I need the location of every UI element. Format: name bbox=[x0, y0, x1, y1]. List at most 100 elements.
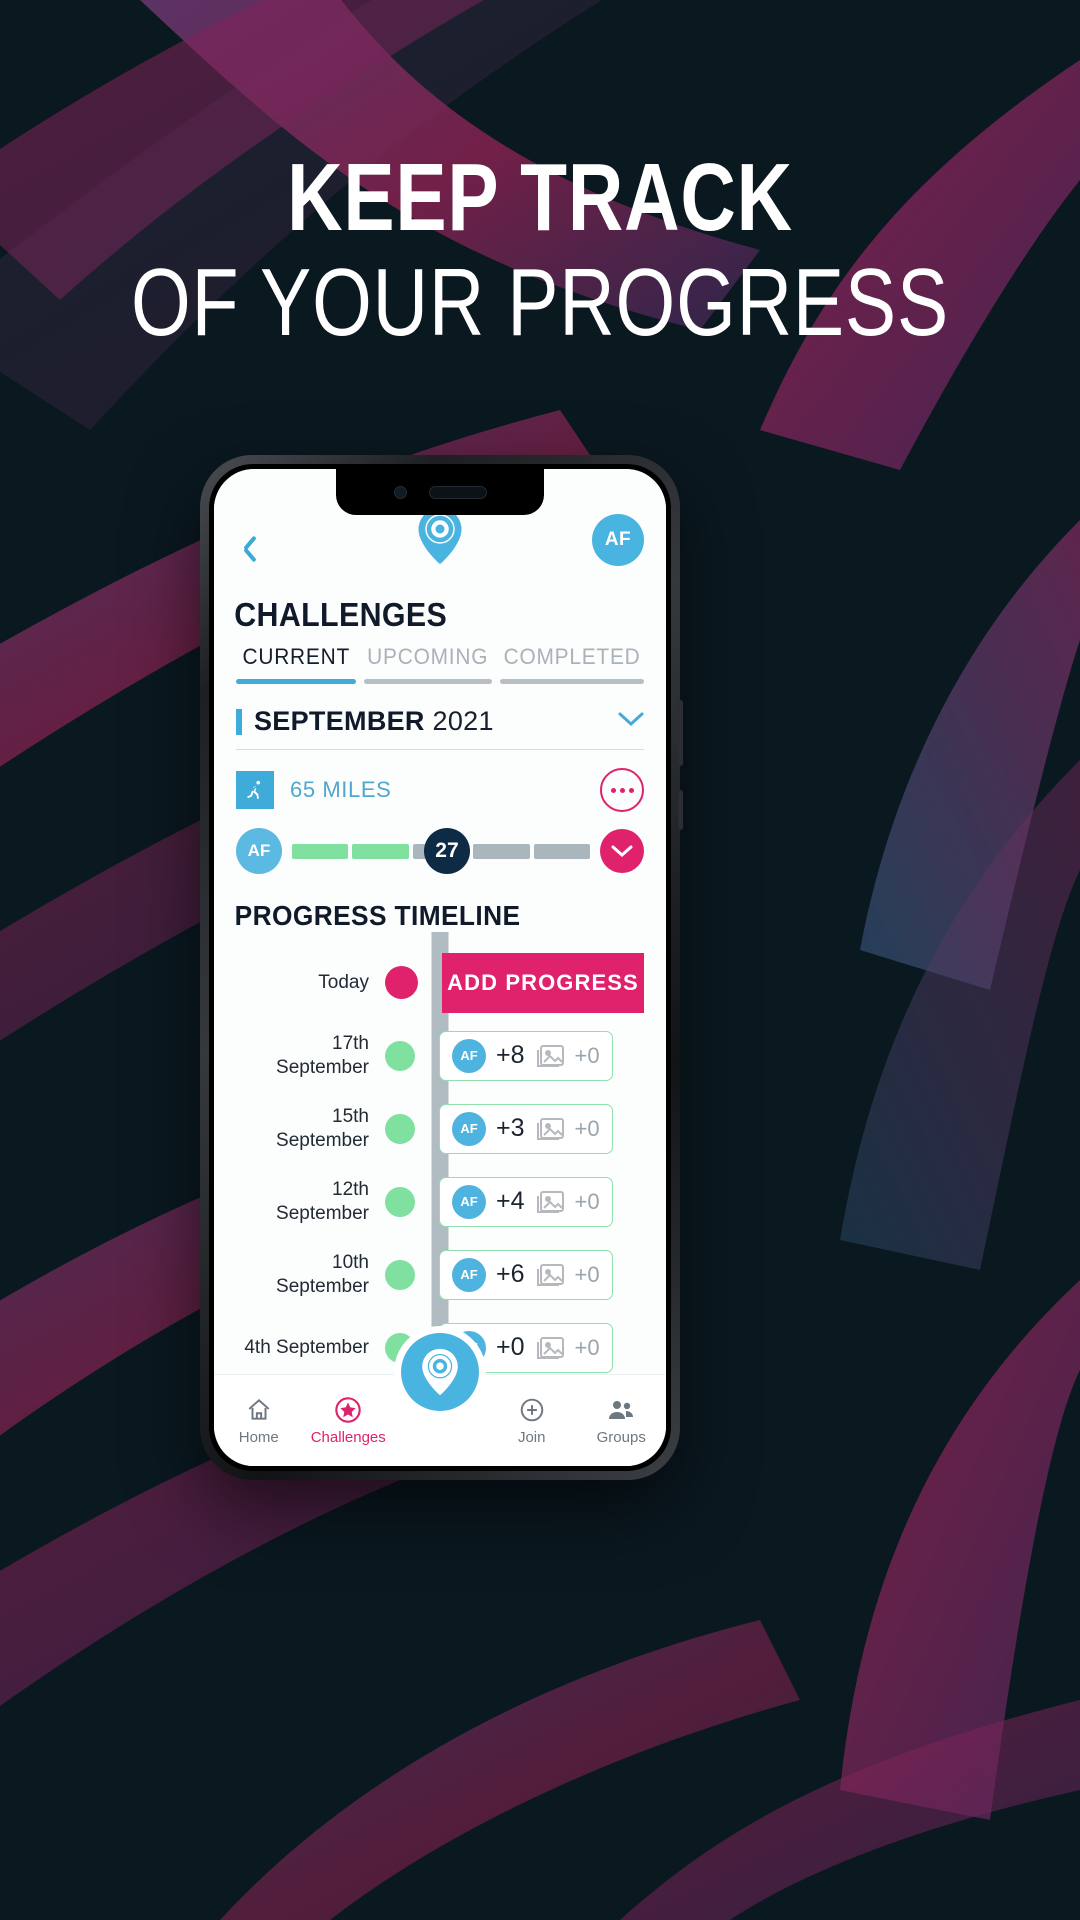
challenge-card: 65 MILES AF 27 bbox=[214, 750, 666, 874]
timeline-dot bbox=[385, 1186, 415, 1217]
photo-count: +0 bbox=[574, 1261, 600, 1287]
nav-item-home[interactable]: Home bbox=[214, 1395, 304, 1446]
timeline-date: Today bbox=[318, 971, 369, 993]
app-container: AF CHALLENGES CURRENT UPCOMING COMPLETED… bbox=[214, 469, 666, 1466]
nav-item-join-label: Join bbox=[517, 1429, 546, 1446]
more-dots-icon[interactable] bbox=[600, 768, 644, 812]
running-icon bbox=[236, 771, 274, 809]
timeline-date: 12th September bbox=[276, 1179, 369, 1224]
month-selector[interactable]: SEPTEMBER 2021 bbox=[236, 706, 644, 750]
tab-current-underline bbox=[236, 679, 357, 684]
nav-item-groups[interactable]: Groups bbox=[576, 1395, 666, 1446]
challenge-tabs: CURRENT UPCOMING COMPLETED bbox=[214, 634, 666, 684]
timeline-entry: AF +8 +0 bbox=[415, 1030, 644, 1081]
timeline-row: 12th September AF +4 +0 bbox=[236, 1165, 644, 1238]
photo-count: +0 bbox=[574, 1188, 600, 1214]
challenge-goal: 65 MILES bbox=[290, 777, 392, 802]
progress-amount: +0 bbox=[496, 1333, 525, 1361]
chevron-down-icon[interactable] bbox=[618, 711, 644, 732]
progress-chip[interactable]: AF +8 +0 bbox=[439, 1030, 613, 1081]
month-label: SEPTEMBER 2021 bbox=[254, 706, 494, 737]
timeline-row: 15th September AF +3 +0 bbox=[236, 1092, 644, 1165]
tab-completed[interactable]: COMPLETED bbox=[499, 644, 644, 684]
timeline-action: ADD PROGRESS bbox=[418, 952, 644, 1013]
progress-amount: +8 bbox=[496, 1041, 525, 1069]
target-pin-icon bbox=[415, 507, 465, 570]
progress-segment bbox=[292, 843, 349, 859]
phone-screen: AF CHALLENGES CURRENT UPCOMING COMPLETED… bbox=[214, 469, 666, 1466]
tab-upcoming[interactable]: UPCOMING bbox=[364, 644, 492, 684]
promo-headline: KEEP TRACK OF YOUR PROGRESS bbox=[0, 150, 1080, 359]
phone-bezel: AF CHALLENGES CURRENT UPCOMING COMPLETED… bbox=[209, 464, 671, 1471]
tab-upcoming-underline bbox=[364, 679, 492, 684]
front-camera-icon bbox=[393, 485, 407, 499]
tab-current[interactable]: CURRENT bbox=[236, 644, 357, 684]
progress-chip[interactable]: AF +4 +0 bbox=[439, 1176, 613, 1227]
timeline-dot bbox=[385, 1040, 415, 1071]
add-progress-button[interactable]: ADD PROGRESS bbox=[442, 952, 644, 1013]
avatar: AF bbox=[452, 1257, 486, 1292]
month-year: 2021 bbox=[432, 706, 494, 736]
tab-current-label: CURRENT bbox=[242, 644, 350, 669]
promo-headline-line1: KEEP TRACK bbox=[287, 144, 793, 251]
tab-completed-underline bbox=[499, 679, 644, 684]
timeline-row: 10th September AF +6 +0 bbox=[236, 1238, 644, 1311]
photo-count: +0 bbox=[574, 1115, 600, 1141]
challenge-header: 65 MILES bbox=[236, 768, 644, 812]
groups-icon bbox=[576, 1395, 666, 1425]
progress-bar[interactable]: 27 bbox=[292, 828, 591, 874]
progress-segment bbox=[473, 843, 530, 859]
promo-headline-line2: OF YOUR PROGRESS bbox=[131, 249, 949, 356]
progress-chip[interactable]: AF +6 +0 bbox=[439, 1249, 613, 1300]
target-pin-icon bbox=[401, 1333, 479, 1411]
phone-notch bbox=[336, 469, 544, 515]
progress-chip[interactable]: AF +3 +0 bbox=[439, 1103, 613, 1154]
image-icon bbox=[535, 1262, 565, 1288]
timeline-row: 17th September AF +8 +0 bbox=[236, 1019, 644, 1092]
progress-segment bbox=[352, 843, 409, 859]
photo-count: +0 bbox=[574, 1334, 600, 1360]
challenge-progress-row: AF 27 bbox=[236, 828, 644, 874]
tab-completed-label: COMPLETED bbox=[503, 644, 641, 669]
fab-button[interactable] bbox=[394, 1326, 486, 1418]
avatar[interactable]: AF bbox=[236, 828, 282, 874]
image-icon bbox=[535, 1116, 565, 1142]
progress-amount: +4 bbox=[496, 1187, 525, 1215]
earpiece-speaker-icon bbox=[428, 485, 487, 499]
image-icon bbox=[535, 1043, 565, 1069]
timeline-date: 15th September bbox=[276, 1106, 369, 1151]
nav-item-join[interactable]: Join bbox=[487, 1395, 577, 1446]
avatar: AF bbox=[452, 1038, 486, 1073]
chevron-down-icon[interactable] bbox=[600, 829, 644, 873]
image-icon bbox=[535, 1335, 565, 1361]
photo-count: +0 bbox=[574, 1042, 600, 1068]
timeline-entry: AF +3 +0 bbox=[415, 1103, 644, 1154]
timeline-title: PROGRESS TIMELINE bbox=[234, 900, 521, 931]
page-title: CHALLENGES bbox=[234, 596, 448, 633]
progress-value-knob[interactable]: 27 bbox=[423, 828, 470, 874]
home-icon bbox=[214, 1395, 304, 1425]
phone-power-button bbox=[678, 790, 683, 830]
progress-amount: +6 bbox=[496, 1260, 525, 1288]
nav-item-groups-label: Groups bbox=[596, 1429, 646, 1446]
month-name: SEPTEMBER bbox=[254, 706, 425, 736]
timeline-dot bbox=[385, 1113, 415, 1144]
timeline-date: 17th September bbox=[276, 1033, 369, 1078]
progress-amount: +3 bbox=[496, 1114, 525, 1142]
phone-volume-button bbox=[678, 700, 683, 766]
plus-circle-icon bbox=[487, 1395, 577, 1425]
chevron-left-icon[interactable] bbox=[236, 532, 270, 566]
timeline-entry: AF +6 +0 bbox=[415, 1249, 644, 1300]
phone-mockup: AF CHALLENGES CURRENT UPCOMING COMPLETED… bbox=[200, 455, 683, 1480]
avatar: AF bbox=[452, 1184, 486, 1219]
timeline-date: 4th September bbox=[244, 1336, 369, 1358]
timeline-dot bbox=[385, 1259, 415, 1290]
avatar: AF bbox=[452, 1111, 486, 1146]
nav-item-challenges[interactable]: Challenges bbox=[304, 1395, 394, 1446]
image-icon bbox=[535, 1189, 565, 1215]
timeline-entry: AF +4 +0 bbox=[415, 1176, 644, 1227]
avatar[interactable]: AF bbox=[592, 514, 644, 566]
tab-upcoming-label: UPCOMING bbox=[367, 644, 489, 669]
nav-item-challenges-label: Challenges bbox=[310, 1429, 386, 1446]
timeline-date: 10th September bbox=[276, 1252, 369, 1297]
